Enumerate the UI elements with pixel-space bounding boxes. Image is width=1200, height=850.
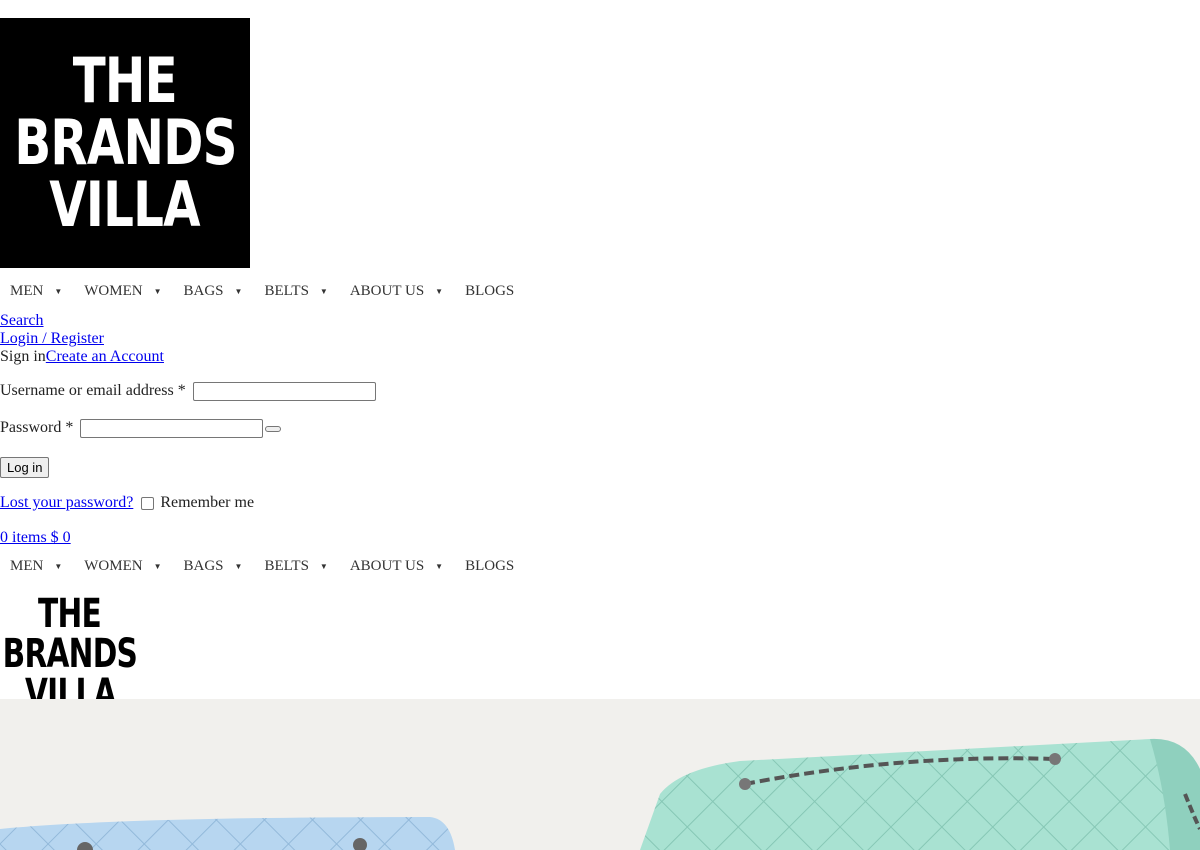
nav-item-women[interactable]: WOMEN ▼	[84, 558, 161, 575]
nav-item-men[interactable]: MEN ▼	[10, 283, 62, 300]
nav-item-belts[interactable]: BELTS ▼	[264, 283, 327, 300]
caret-down-icon: ▼	[319, 286, 328, 296]
caret-down-icon: ▼	[234, 561, 243, 571]
brand-logo-small[interactable]: THE BRANDS VILLA	[3, 591, 138, 714]
nav-item-about-us[interactable]: ABOUT US ▼	[350, 558, 443, 575]
caret-down-icon: ▼	[153, 561, 162, 571]
login-form-heading: Sign inCreate an Account	[0, 348, 164, 366]
caret-down-icon: ▼	[234, 286, 243, 296]
remember-me-checkbox[interactable]	[141, 496, 155, 510]
nav-item-bags[interactable]: BAGS ▼	[184, 283, 243, 300]
login-button[interactable]: Log in	[0, 457, 50, 478]
caret-down-icon: ▼	[54, 286, 63, 296]
caret-down-icon: ▼	[54, 561, 63, 571]
nav-item-belts[interactable]: BELTS ▼	[264, 558, 327, 575]
logo-line-2: BRANDS	[13, 106, 237, 179]
caret-down-icon: ▼	[153, 286, 162, 296]
nav-item-blogs[interactable]: BLOGS	[465, 558, 514, 575]
lost-password-link[interactable]: Lost your password?	[0, 494, 133, 511]
hero-banner	[0, 699, 1200, 850]
logo-line-1: THE	[72, 44, 178, 117]
caret-down-icon: ▼	[319, 561, 328, 571]
login-register-link[interactable]: Login / Register	[0, 330, 104, 348]
sign-in-label: Sign in	[0, 348, 46, 365]
caret-down-icon: ▼	[435, 286, 444, 296]
show-password-toggle[interactable]	[265, 425, 282, 432]
hero-bags-image	[0, 738, 1200, 850]
username-label: Username or email address *	[0, 382, 186, 400]
logo-line-3: VILLA	[49, 168, 201, 241]
nav-item-women[interactable]: WOMEN ▼	[84, 283, 161, 300]
remember-me-label: Remember me	[160, 494, 255, 511]
password-row: Password *	[0, 419, 282, 438]
password-label: Password *	[0, 419, 74, 437]
nav-item-men[interactable]: MEN ▼	[10, 558, 62, 575]
sticky-nav: MEN ▼ WOMEN ▼ BAGS ▼ BELTS ▼ ABOUT US ▼ BLOGS	[0, 556, 526, 576]
cart-link[interactable]: 0 items $ 0	[0, 529, 71, 547]
nav-item-bags[interactable]: BAGS ▼	[184, 558, 243, 575]
logo-line-1: THE	[38, 591, 103, 637]
password-input[interactable]	[80, 419, 264, 438]
logo-line-2: BRANDS	[2, 631, 138, 677]
brand-logo[interactable]: THE BRANDS VILLA	[0, 18, 250, 268]
search-link[interactable]: Search	[0, 312, 44, 330]
nav-item-blogs[interactable]: BLOGS	[465, 283, 514, 300]
username-row: Username or email address *	[0, 382, 376, 401]
nav-item-about-us[interactable]: ABOUT US ▼	[350, 283, 443, 300]
create-account-link[interactable]: Create an Account	[46, 348, 164, 365]
username-input[interactable]	[192, 382, 376, 401]
login-options-row: Lost your password? Remember me	[0, 494, 254, 512]
caret-down-icon: ▼	[435, 561, 444, 571]
primary-nav: MEN ▼ WOMEN ▼ BAGS ▼ BELTS ▼ ABOUT US ▼ BLOGS	[0, 281, 526, 301]
